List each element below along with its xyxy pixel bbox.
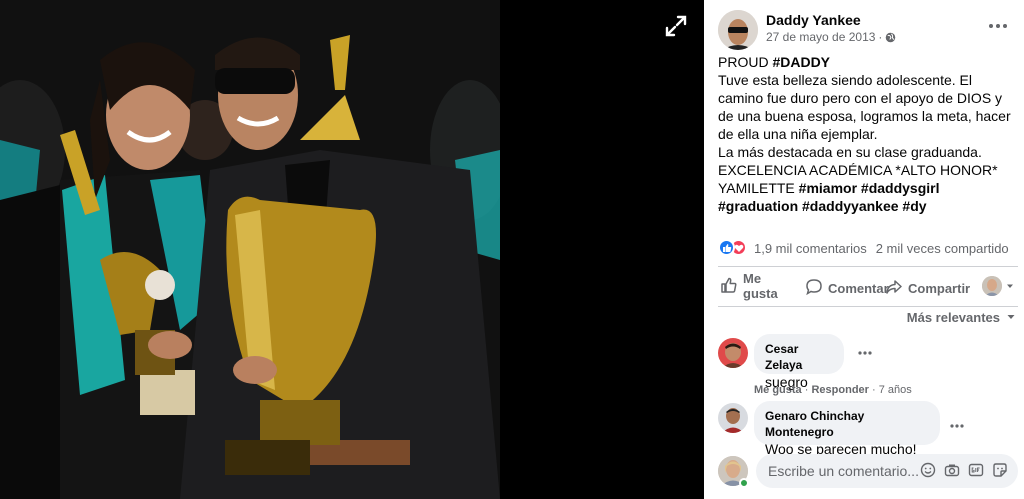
- like-icon: [718, 239, 735, 256]
- comment-item: Genaro Chinchay Montenegro Woo se parece…: [718, 401, 1018, 457]
- comment-sort-dropdown[interactable]: Más relevantes: [907, 310, 1016, 325]
- post-stats: 1,9 mil comentarios 2 mil veces comparti…: [718, 238, 1018, 258]
- commenter-name[interactable]: Cesar Zelaya: [765, 341, 833, 373]
- like-label: Me gusta: [743, 271, 778, 301]
- post-date[interactable]: 27 de mayo de 2013: [766, 30, 875, 44]
- comment-options-icon[interactable]: [856, 345, 876, 355]
- comment-composer: [718, 454, 1018, 488]
- thumbs-up-icon: [720, 276, 738, 297]
- post-paragraph: La más destacada en su clase graduanda.: [718, 143, 1018, 161]
- comment-bubble: Cesar Zelaya suegro: [754, 334, 844, 390]
- commenter-avatar[interactable]: [718, 403, 748, 433]
- post-side-panel: Daddy Yankee 27 de mayo de 2013 · PROUD …: [704, 0, 1024, 499]
- comment-label: Comentar: [828, 281, 889, 296]
- photo-pane: [0, 0, 704, 499]
- emoji-icon[interactable]: [920, 461, 936, 479]
- hashtag-link[interactable]: #graduation: [718, 198, 798, 214]
- sort-label: Más relevantes: [906, 310, 1000, 325]
- user-avatar: [982, 276, 1002, 296]
- photo-viewer: Daddy Yankee 27 de mayo de 2013 · PROUD …: [0, 0, 1024, 499]
- share-label: Compartir: [908, 281, 971, 296]
- comment-as-selector[interactable]: [982, 276, 1015, 296]
- divider: [718, 266, 1018, 267]
- hashtag-link[interactable]: #DADDY: [772, 54, 830, 70]
- post-photo[interactable]: [0, 0, 500, 499]
- comment-actions: Me gusta · Responder · 7 años: [754, 384, 912, 396]
- share-button[interactable]: Compartir: [885, 278, 970, 299]
- comments-count[interactable]: 1,9 mil comentarios: [754, 241, 867, 256]
- comment-item: Cesar Zelaya suegro Me gusta · Responder…: [718, 334, 1018, 398]
- sticker-icon[interactable]: [992, 461, 1008, 479]
- post-actions: Me gusta Comentar Compartir: [718, 268, 1018, 306]
- chevron-down-icon: [1005, 279, 1015, 294]
- post-paragraph: Tuve esta belleza siendo adolescente. El…: [718, 71, 1018, 143]
- chevron-down-icon: [1006, 310, 1016, 325]
- comment-like-link[interactable]: Me gusta: [754, 384, 802, 396]
- post-author-name[interactable]: Daddy Yankee: [766, 12, 861, 28]
- hashtag-link[interactable]: #daddyyankee: [802, 198, 899, 214]
- online-status-dot: [739, 478, 749, 488]
- fullscreen-expand-icon[interactable]: [662, 12, 690, 40]
- comment-time[interactable]: 7 años: [879, 384, 912, 396]
- comment-input[interactable]: [756, 463, 926, 479]
- hashtag-link[interactable]: #dy: [902, 198, 926, 214]
- meta-separator: ·: [878, 30, 883, 44]
- commenter-name[interactable]: Genaro Chinchay Montenegro: [765, 408, 929, 440]
- comment-options-icon[interactable]: [948, 418, 968, 428]
- post-text: PROUD #DADDY Tuve esta belleza siendo ado…: [718, 53, 1018, 215]
- share-arrow-icon: [885, 278, 903, 299]
- post-text-run: La más destacada en su clase graduanda.: [718, 144, 982, 160]
- post-meta: 27 de mayo de 2013 ·: [766, 30, 896, 44]
- comment-input-wrapper: [756, 454, 1018, 488]
- author-avatar[interactable]: [718, 10, 758, 50]
- reaction-summary[interactable]: [718, 239, 748, 257]
- post-paragraph: EXCELENCIA ACADÉMICA *ALTO HONOR* YAMILE…: [718, 161, 1018, 215]
- shares-count[interactable]: 2 mil veces compartido: [876, 241, 1009, 256]
- post-paragraph: PROUD #DADDY: [718, 53, 1018, 71]
- more-options-icon[interactable]: [986, 16, 1010, 36]
- photo-illustration: [0, 0, 500, 499]
- comment-reply-link[interactable]: Responder: [811, 384, 868, 396]
- hashtag-link[interactable]: #miamor: [799, 180, 857, 196]
- hashtag-link[interactable]: #daddysgirl: [861, 180, 940, 196]
- post-header: Daddy Yankee 27 de mayo de 2013 ·: [718, 10, 1014, 50]
- commenter-avatar[interactable]: [718, 338, 748, 368]
- gif-icon[interactable]: [968, 461, 984, 479]
- composer-tools: [920, 461, 1008, 479]
- comment-button[interactable]: Comentar: [805, 278, 889, 299]
- globe-icon: [885, 32, 896, 43]
- post-text-run: Tuve esta belleza siendo adolescente. El…: [718, 72, 1011, 142]
- comment-bubble-icon: [805, 278, 823, 299]
- divider: [718, 306, 1018, 307]
- like-button[interactable]: Me gusta: [720, 271, 790, 301]
- comment-bubble: Genaro Chinchay Montenegro Woo se parece…: [754, 401, 940, 457]
- camera-icon[interactable]: [944, 461, 960, 479]
- post-text-run: PROUD: [718, 54, 773, 70]
